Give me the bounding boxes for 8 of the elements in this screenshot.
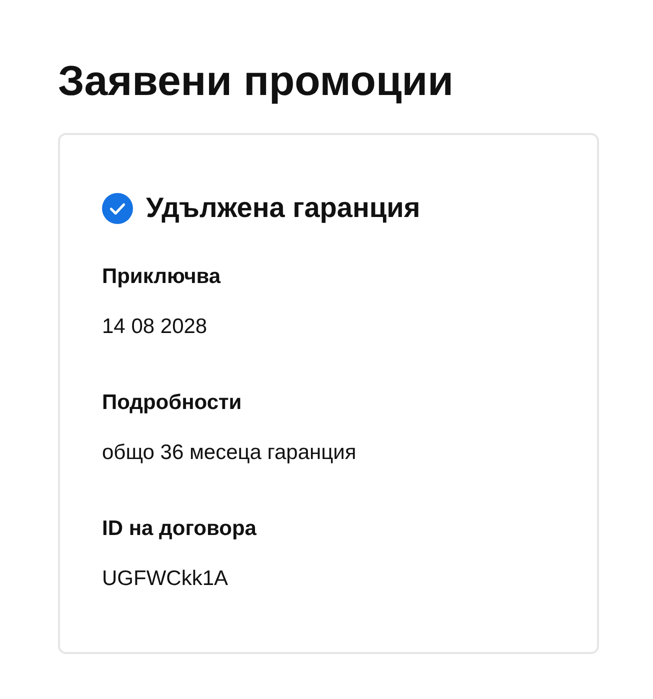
field-label: Подробности	[102, 390, 242, 416]
field-label: Приключва	[102, 264, 221, 290]
promotion-title: Удължена гаранция	[146, 191, 420, 225]
field-label: ID на договора	[102, 516, 256, 542]
field-value: 14 08 2028	[102, 314, 208, 340]
page-title: Заявени промоции	[58, 56, 454, 106]
field-value: UGFWCkk1A	[102, 566, 228, 592]
field-value: общо 36 месеца гаранция	[102, 440, 356, 466]
